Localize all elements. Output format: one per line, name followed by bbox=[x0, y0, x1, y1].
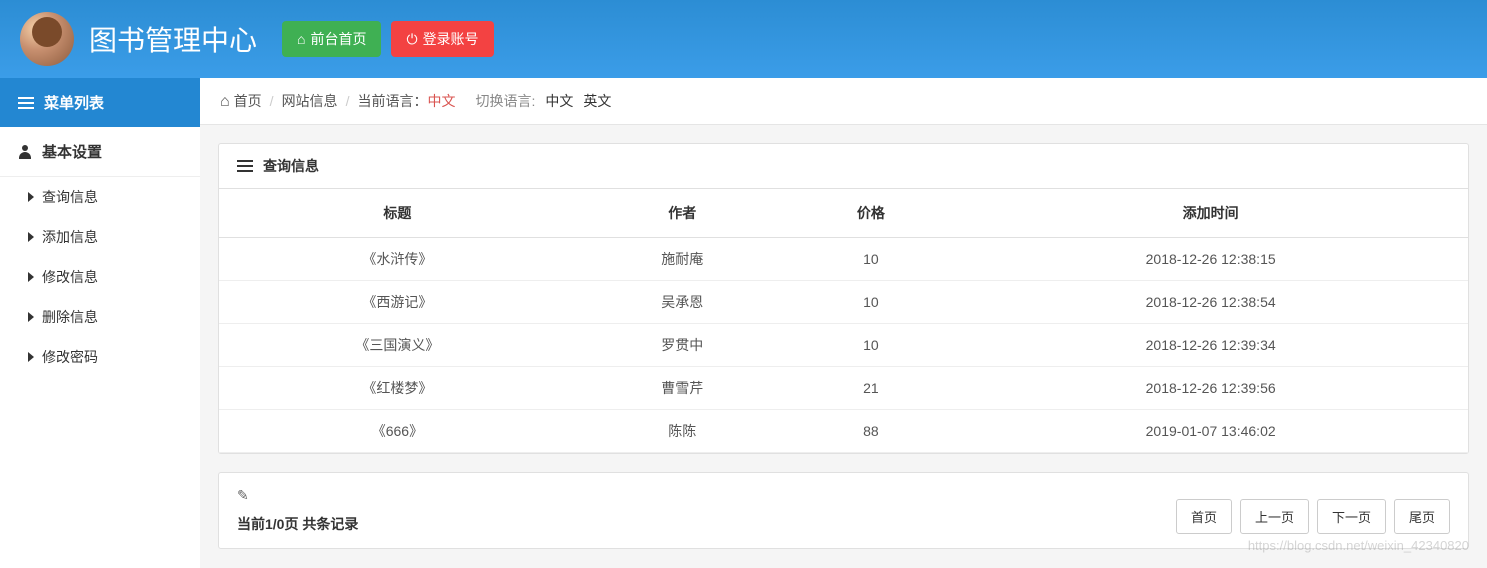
caret-right-icon bbox=[28, 272, 34, 282]
panel-header: 查询信息 bbox=[219, 144, 1468, 189]
frontend-home-button[interactable]: ⌂ 前台首页 bbox=[282, 21, 381, 57]
caret-right-icon bbox=[28, 312, 34, 322]
sidebar-section-basic-settings[interactable]: 基本设置 bbox=[0, 127, 200, 177]
sidebar-section-label: 基本设置 bbox=[42, 141, 102, 162]
content-area: 首页 / 网站信息 / 当前语言：中文 切换语言: 中文 英文 查询信息 标题 … bbox=[200, 78, 1487, 568]
cell-author: 罗贯中 bbox=[576, 324, 789, 367]
cell-time: 2019-01-07 13:46:02 bbox=[953, 410, 1468, 453]
sidebar-item-label: 修改密码 bbox=[42, 347, 98, 367]
table-row: 《水浒传》施耐庵102018-12-26 12:38:15 bbox=[219, 238, 1468, 281]
cell-price: 10 bbox=[789, 281, 954, 324]
current-language-value: 中文 bbox=[427, 93, 455, 109]
cell-time: 2018-12-26 12:39:34 bbox=[953, 324, 1468, 367]
column-price: 价格 bbox=[789, 189, 954, 238]
sidebar-item-query[interactable]: 查询信息 bbox=[0, 177, 200, 217]
breadcrumb: 首页 / 网站信息 / 当前语言：中文 切换语言: 中文 英文 bbox=[200, 78, 1487, 125]
current-language-label: 当前语言：中文 bbox=[357, 91, 455, 111]
cell-time: 2018-12-26 12:38:54 bbox=[953, 281, 1468, 324]
cell-price: 88 bbox=[789, 410, 954, 453]
cell-title: 《666》 bbox=[219, 410, 576, 453]
cell-title: 《三国演义》 bbox=[219, 324, 576, 367]
edit-icon[interactable] bbox=[237, 487, 358, 504]
column-time: 添加时间 bbox=[953, 189, 1468, 238]
sidebar-item-edit[interactable]: 修改信息 bbox=[0, 257, 200, 297]
sidebar: 菜单列表 基本设置 查询信息 添加信息 修改信息 删除信息 修改密码 bbox=[0, 78, 200, 568]
page-title: 图书管理中心 bbox=[89, 19, 257, 59]
button-label: 登录账号 bbox=[423, 29, 479, 49]
header: 图书管理中心 ⌂ 前台首页 ⏻ 登录账号 bbox=[0, 0, 1487, 78]
table-header-row: 标题 作者 价格 添加时间 bbox=[219, 189, 1468, 238]
switch-language-label: 切换语言: bbox=[475, 91, 535, 111]
home-icon: ⌂ bbox=[297, 31, 305, 47]
cell-author: 曹雪芹 bbox=[576, 367, 789, 410]
sidebar-item-add[interactable]: 添加信息 bbox=[0, 217, 200, 257]
table-row: 《666》陈陈882019-01-07 13:46:02 bbox=[219, 410, 1468, 453]
column-title: 标题 bbox=[219, 189, 576, 238]
page-info-text: 当前1/0页 共条记录 bbox=[237, 514, 358, 534]
cell-time: 2018-12-26 12:39:56 bbox=[953, 367, 1468, 410]
caret-right-icon bbox=[28, 232, 34, 242]
cell-title: 《西游记》 bbox=[219, 281, 576, 324]
breadcrumb-home[interactable]: 首页 bbox=[220, 91, 262, 111]
sidebar-item-label: 添加信息 bbox=[42, 227, 98, 247]
prev-page-button[interactable]: 上一页 bbox=[1240, 499, 1309, 534]
menu-icon bbox=[18, 94, 34, 112]
breadcrumb-site-info[interactable]: 网站信息 bbox=[282, 91, 338, 111]
cell-price: 10 bbox=[789, 324, 954, 367]
sidebar-item-label: 修改信息 bbox=[42, 267, 98, 287]
list-icon bbox=[237, 157, 253, 175]
caret-right-icon bbox=[28, 192, 34, 202]
cell-author: 吴承恩 bbox=[576, 281, 789, 324]
button-label: 前台首页 bbox=[310, 29, 366, 49]
data-table: 标题 作者 价格 添加时间 《水浒传》施耐庵102018-12-26 12:38… bbox=[219, 189, 1468, 453]
sidebar-item-label: 查询信息 bbox=[42, 187, 98, 207]
cell-price: 21 bbox=[789, 367, 954, 410]
query-info-panel: 查询信息 标题 作者 价格 添加时间 《水浒传》施耐庵102018-12-26 … bbox=[218, 143, 1469, 454]
table-row: 《三国演义》罗贯中102018-12-26 12:39:34 bbox=[219, 324, 1468, 367]
sidebar-menu-header[interactable]: 菜单列表 bbox=[0, 78, 200, 127]
avatar bbox=[20, 12, 74, 66]
table-row: 《红楼梦》曹雪芹212018-12-26 12:39:56 bbox=[219, 367, 1468, 410]
cell-author: 施耐庵 bbox=[576, 238, 789, 281]
last-page-button[interactable]: 尾页 bbox=[1394, 499, 1450, 534]
sidebar-item-password[interactable]: 修改密码 bbox=[0, 337, 200, 377]
cell-time: 2018-12-26 12:38:15 bbox=[953, 238, 1468, 281]
cell-title: 《水浒传》 bbox=[219, 238, 576, 281]
sidebar-item-delete[interactable]: 删除信息 bbox=[0, 297, 200, 337]
column-author: 作者 bbox=[576, 189, 789, 238]
panel-title: 查询信息 bbox=[263, 156, 319, 176]
cell-title: 《红楼梦》 bbox=[219, 367, 576, 410]
login-account-button[interactable]: ⏻ 登录账号 bbox=[391, 21, 493, 57]
next-page-button[interactable]: 下一页 bbox=[1317, 499, 1386, 534]
breadcrumb-separator: / bbox=[346, 93, 350, 109]
language-option-english[interactable]: 英文 bbox=[583, 91, 611, 111]
breadcrumb-separator: / bbox=[270, 93, 274, 109]
language-option-chinese[interactable]: 中文 bbox=[545, 91, 573, 111]
table-row: 《西游记》吴承恩102018-12-26 12:38:54 bbox=[219, 281, 1468, 324]
first-page-button[interactable]: 首页 bbox=[1176, 499, 1232, 534]
power-icon: ⏻ bbox=[406, 31, 417, 48]
user-icon bbox=[18, 145, 32, 159]
sidebar-item-label: 删除信息 bbox=[42, 307, 98, 327]
caret-right-icon bbox=[28, 352, 34, 362]
sidebar-header-label: 菜单列表 bbox=[44, 92, 104, 113]
cell-author: 陈陈 bbox=[576, 410, 789, 453]
cell-price: 10 bbox=[789, 238, 954, 281]
pagination-panel: 当前1/0页 共条记录 首页 上一页 下一页 尾页 bbox=[218, 472, 1469, 549]
